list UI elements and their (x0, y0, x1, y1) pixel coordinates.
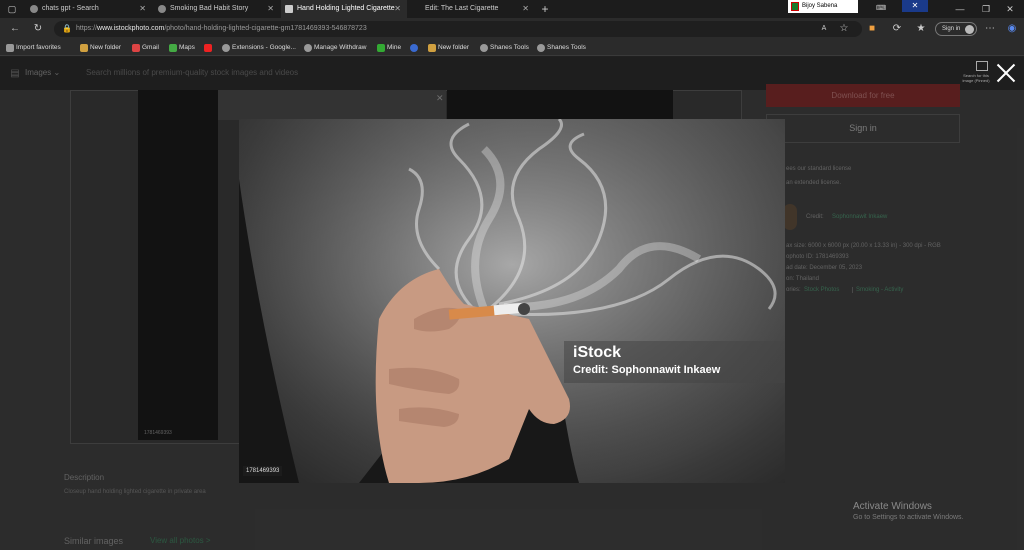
back-icon[interactable]: ← (8, 21, 22, 37)
modal-photo (239, 119, 785, 483)
bookmark-shanes-tools-2[interactable]: Shanes Tools (537, 40, 586, 56)
tab-istock[interactable]: Hand Holding Lighted Cigarette ✕ (281, 0, 407, 18)
bookmark-label: Extensions - Google... (232, 44, 296, 51)
close-icon[interactable]: ✕ (139, 0, 146, 18)
youtube-icon (204, 44, 212, 52)
photo-id-badge: 1781469393 (243, 466, 283, 476)
smoking-hand-illustration (239, 119, 785, 483)
close-icon[interactable]: ✕ (267, 0, 274, 18)
istock-icon (285, 5, 293, 13)
site-icon (158, 5, 166, 13)
tab-label: Hand Holding Lighted Cigarette (297, 5, 395, 12)
search-icon (30, 5, 38, 13)
tab-label: Edit: The Last Cigarette (425, 5, 499, 12)
import-icon (6, 44, 14, 52)
bookmark-label: Mine (387, 44, 402, 51)
bookmark-label: Maps (179, 44, 195, 51)
activate-windows-sub: Go to Settings to activate Windows. (853, 514, 964, 521)
bookmark-mine[interactable]: Mine (377, 40, 401, 56)
search-image-button[interactable]: Search for this image (Pinned) (960, 61, 992, 87)
mine-icon (377, 44, 385, 52)
bookmark-import[interactable]: Import favorites (6, 40, 61, 56)
bookmark-label: Manage Withdraw (314, 44, 367, 51)
image-search-icon (976, 61, 988, 71)
refresh-extension-icon[interactable]: ⟳ (890, 21, 904, 37)
globe-icon (537, 44, 545, 52)
folder-icon (80, 44, 88, 52)
restore-button[interactable]: ❐ (976, 0, 996, 18)
url-domain: www.istockphoto.com (97, 25, 165, 32)
flag-icon (791, 2, 799, 11)
favorites-icon[interactable]: ★ (914, 21, 928, 37)
bookmark-manage[interactable]: Manage Withdraw (304, 40, 366, 56)
tab-label: chats gpt - Search (42, 5, 99, 12)
tab-label: Smoking Bad Habit Story (170, 5, 249, 12)
tray-app-icon[interactable]: ✕ (902, 0, 928, 12)
new-tab-button[interactable]: + (535, 0, 555, 18)
close-window-button[interactable]: ✕ (1000, 0, 1020, 18)
sign-in-label: Sign in (942, 26, 961, 32)
tab-smoking-story[interactable]: Smoking Bad Habit Story ✕ (154, 0, 280, 18)
bookmark-gmail[interactable]: Gmail (132, 40, 159, 56)
globe-icon (222, 44, 230, 52)
bookmark-folder[interactable]: New folder (80, 40, 121, 56)
activate-windows-title: Activate Windows (853, 501, 932, 512)
keyboard-icon[interactable]: ⌨ (866, 0, 896, 18)
extension-icon[interactable]: ■ (865, 21, 879, 37)
bookmark-extensions[interactable]: Extensions - Google... (222, 40, 296, 56)
istock-watermark-logo: iStock (573, 344, 622, 361)
globe-icon (480, 44, 488, 52)
read-aloud-icon[interactable]: A (817, 21, 831, 37)
bookmark-label: Shanes Tools (547, 44, 586, 51)
bookmark-label: New folder (438, 44, 470, 51)
maps-icon (169, 44, 177, 52)
sign-in-button[interactable]: Sign in (935, 22, 977, 36)
facebook-icon (410, 44, 418, 52)
bookmark-shanes-tools[interactable]: Shanes Tools (480, 40, 529, 56)
close-icon[interactable]: ✕ (522, 0, 529, 18)
url-prefix: https:// (76, 25, 98, 32)
watermark-credit: Credit: Sophonnawit Inkaew (573, 364, 721, 376)
lock-icon[interactable]: 🔒 (60, 21, 74, 37)
gmail-icon (132, 44, 140, 52)
star-icon[interactable]: ☆ (837, 21, 851, 37)
copilot-icon[interactable]: ◉ (1005, 21, 1019, 37)
ime-indicator[interactable]: Bijoy Sabena (788, 0, 858, 13)
globe-icon (304, 44, 312, 52)
bookmark-maps[interactable]: Maps (169, 40, 195, 56)
bookmark-label: Shanes Tools (490, 44, 529, 51)
url-path: /photo/hand-holding-lighted-cigarette-gm… (164, 25, 367, 32)
tab-actions-icon[interactable]: ▢ (2, 0, 22, 18)
bookmark-folder-2[interactable]: New folder (428, 40, 469, 56)
refresh-icon[interactable]: ↻ (31, 21, 45, 37)
bookmark-label: New folder (90, 44, 122, 51)
bookmark-label: Gmail (142, 44, 159, 51)
more-icon[interactable]: ⋯ (983, 21, 997, 37)
url-field[interactable]: https://www.istockphoto.com/photo/hand-h… (54, 21, 862, 37)
minimize-button[interactable]: — (950, 0, 970, 18)
bookmark-label: Import favorites (16, 44, 61, 51)
tab-edit[interactable]: Edit: The Last Cigarette ✕ (409, 0, 535, 18)
ime-label: Bijoy Sabena (802, 3, 838, 9)
tab-chats-gpt[interactable]: chats gpt - Search ✕ (26, 0, 152, 18)
search-image-label: Search for this image (Pinned) (962, 73, 990, 83)
close-icon[interactable]: ✕ (394, 0, 401, 18)
folder-icon (428, 44, 436, 52)
avatar-icon (965, 25, 974, 34)
close-modal-button[interactable] (995, 62, 1017, 84)
